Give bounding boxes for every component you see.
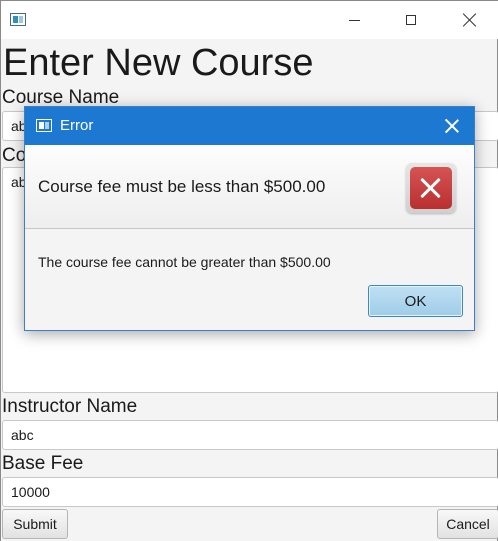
dialog-app-icon bbox=[36, 119, 52, 132]
dialog-header-text: Course fee must be less than $500.00 bbox=[38, 177, 326, 196]
maximize-button[interactable] bbox=[388, 1, 434, 39]
instructor-name-input[interactable]: abc bbox=[2, 420, 498, 450]
base-fee-input[interactable]: 10000 bbox=[2, 477, 498, 507]
base-fee-label: Base Fee bbox=[2, 453, 84, 474]
error-dialog: Error Course fee must be less than $500.… bbox=[24, 106, 475, 331]
submit-button[interactable]: Submit bbox=[2, 509, 68, 539]
minimize-button[interactable] bbox=[331, 1, 377, 39]
app-icon bbox=[10, 13, 26, 26]
error-icon bbox=[406, 163, 456, 213]
maximize-icon bbox=[406, 15, 416, 25]
dialog-content-text: The course fee cannot be greater than $5… bbox=[38, 254, 331, 270]
dialog-header: Course fee must be less than $500.00 bbox=[25, 145, 474, 229]
course-description-label: Co bbox=[2, 145, 27, 166]
close-button[interactable] bbox=[447, 1, 493, 39]
cancel-button[interactable]: Cancel bbox=[437, 509, 498, 539]
dialog-title-bar: Error bbox=[25, 107, 474, 145]
ok-button[interactable]: OK bbox=[368, 285, 463, 317]
instructor-name-label: Instructor Name bbox=[2, 396, 138, 417]
dialog-title: Error bbox=[60, 117, 94, 134]
dialog-close-button[interactable] bbox=[429, 107, 474, 145]
page-title: Enter New Course bbox=[3, 42, 314, 84]
minimize-icon bbox=[348, 19, 360, 21]
close-icon bbox=[445, 119, 459, 133]
close-icon bbox=[463, 13, 477, 27]
title-bar bbox=[1, 1, 498, 39]
